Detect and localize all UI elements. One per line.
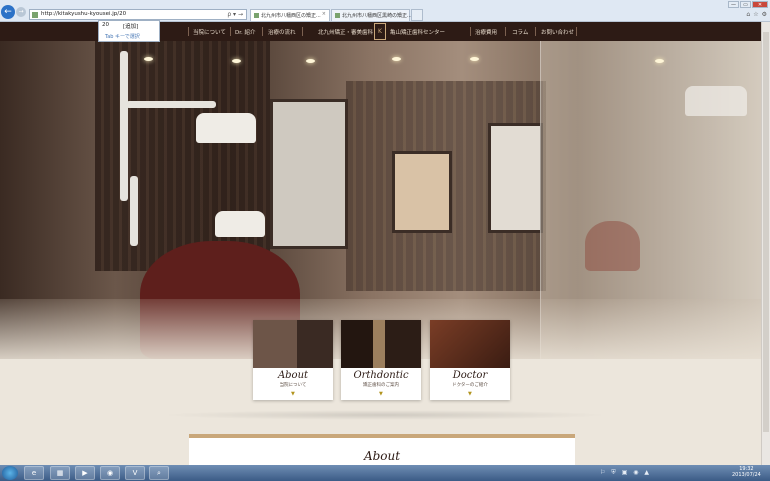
card-image [341, 320, 421, 368]
air-conditioner [685, 86, 747, 116]
dental-lamp-arm [120, 51, 128, 201]
suggestion-key: 20 [102, 22, 109, 28]
system-tray-icons[interactable]: ⚐ ⛨ ▣ ◉ ▲ [600, 469, 651, 477]
address-suggestions: 20 [追加] Tab キーで選択 [98, 20, 160, 42]
taskbar-ie-icon[interactable]: e [24, 466, 44, 480]
card-doctor[interactable]: Doctor ドクターのご紹介 ▼ [430, 320, 510, 400]
taskbar-explorer-icon[interactable]: ▦ [50, 466, 70, 480]
favorites-icon[interactable]: ☆ [753, 11, 758, 18]
browser-tab-1[interactable]: 北九州市八幡西区の矯正... × [250, 9, 330, 21]
new-tab-button[interactable] [411, 9, 423, 21]
about-section: About [189, 434, 575, 465]
taskbar-chrome-icon[interactable]: ◉ [100, 466, 120, 480]
scrollbar-thumb[interactable] [763, 32, 769, 432]
address-controls[interactable]: ρ ▾ → [227, 11, 243, 18]
nav-divider [302, 27, 303, 36]
card-title: Doctor [452, 370, 488, 381]
ceiling-light-icon [392, 57, 401, 61]
taskbar-clock[interactable]: 19:32 2013/07/24 [732, 466, 761, 478]
ceiling-light-icon [144, 57, 153, 61]
card-image [253, 320, 333, 368]
nav-divider [188, 27, 189, 36]
nav-item-doctor[interactable]: Dr. 紹介 [235, 28, 256, 36]
taskbar-app-icon[interactable]: ⌕ [149, 466, 169, 480]
card-subtitle: ドクターのご紹介 [452, 383, 488, 388]
ceiling-light-icon [232, 59, 241, 63]
page-scrollbar[interactable] [761, 22, 770, 465]
windows-taskbar: e ▦ ▶ ◉ V ⌕ ⚐ ⛨ ▣ ◉ ▲ 19:32 2013/07/24 [0, 465, 770, 481]
ceiling-light-icon [306, 59, 315, 63]
nav-item-fees[interactable]: 治療費用 [475, 28, 497, 36]
address-bar[interactable]: http://kitakyushu-kyousei.jp/20 ρ ▾ → [29, 9, 247, 20]
taskbar-app-icon[interactable]: V [125, 466, 145, 480]
suggestion-value: [追加] [123, 24, 139, 30]
room-window [270, 99, 348, 249]
card-subtitle: 当院について [279, 383, 307, 388]
nav-item-contact[interactable]: お問い合わせ [541, 28, 574, 36]
browser-tools: ⌂ ☆ ⚙ [746, 11, 767, 18]
taskbar-media-icon[interactable]: ▶ [75, 466, 95, 480]
nav-item-about[interactable]: 当院について [193, 28, 226, 36]
dental-lamp-head [196, 113, 256, 143]
dental-lamp-head [215, 211, 265, 237]
room-window [392, 151, 452, 233]
close-window-button[interactable]: ✕ [752, 1, 768, 8]
about-section-title: About [363, 449, 401, 463]
chevron-down-icon: ▼ [468, 391, 472, 397]
nav-divider [505, 27, 506, 36]
chevron-down-icon: ▼ [291, 391, 295, 397]
dental-lamp-arm [126, 101, 216, 108]
nav-divider [230, 27, 231, 36]
hero-clinic-photo [0, 41, 770, 359]
nav-divider [470, 27, 471, 36]
address-text[interactable]: http://kitakyushu-kyousei.jp/20 [41, 11, 126, 17]
settings-gear-icon[interactable]: ⚙ [762, 11, 767, 18]
tab-close-icon[interactable]: × [322, 11, 326, 17]
card-title: Orthdontic [353, 370, 409, 381]
brand-name-right[interactable]: 亀山矯正歯科センター [390, 28, 445, 36]
card-orthodontic[interactable]: Orthdontic 矯正歯科のご案内 ▼ [341, 320, 421, 400]
chevron-down-icon: ▼ [379, 391, 383, 397]
nav-item-column[interactable]: コラム [512, 28, 528, 36]
ceiling-light-icon [655, 59, 664, 63]
browser-chrome: ← → http://kitakyushu-kyousei.jp/20 ρ ▾ … [0, 0, 770, 22]
home-icon[interactable]: ⌂ [746, 11, 750, 18]
card-image [430, 320, 510, 368]
back-arrow-icon[interactable]: ← [1, 5, 15, 19]
clinic-logo[interactable]: K [374, 23, 386, 40]
start-button[interactable] [2, 466, 18, 480]
tab-favicon-icon [335, 13, 340, 18]
minimize-button[interactable]: — [728, 1, 739, 8]
nav-divider [535, 27, 536, 36]
dental-lamp-arm [130, 176, 138, 246]
tab-favicon-icon [254, 13, 259, 18]
tab-label: 北九州市八幡西区の矯正... [261, 13, 321, 19]
card-title: About [277, 370, 309, 381]
card-subtitle: 矯正歯科のご案内 [363, 383, 399, 388]
suggestion-item[interactable]: 20 [追加] [99, 21, 159, 31]
nav-divider [262, 27, 263, 36]
page-favicon-icon [32, 12, 38, 18]
brand-name-left[interactable]: 北九州矯正・審美歯科 [318, 28, 373, 36]
forward-arrow-icon[interactable]: → [16, 7, 26, 17]
clock-date: 2013/07/24 [732, 472, 761, 478]
room-window [488, 123, 543, 233]
browser-tab-2[interactable]: 北九州市八幡西区黒崎の矯正... [331, 9, 412, 21]
dental-chair [585, 221, 640, 271]
suggestion-hint[interactable]: Tab キーで選択 [105, 33, 140, 40]
window-controls: — ▭ ✕ [728, 1, 768, 8]
tab-label: 北九州市八幡西区黒崎の矯正... [342, 13, 412, 19]
maximize-button[interactable]: ▭ [740, 1, 751, 8]
card-about[interactable]: About 当院について ▼ [253, 320, 333, 400]
ceiling-light-icon [470, 57, 479, 61]
nav-item-flow[interactable]: 治療の流れ [268, 28, 296, 36]
nav-divider [576, 27, 577, 36]
section-shadow [160, 410, 610, 420]
